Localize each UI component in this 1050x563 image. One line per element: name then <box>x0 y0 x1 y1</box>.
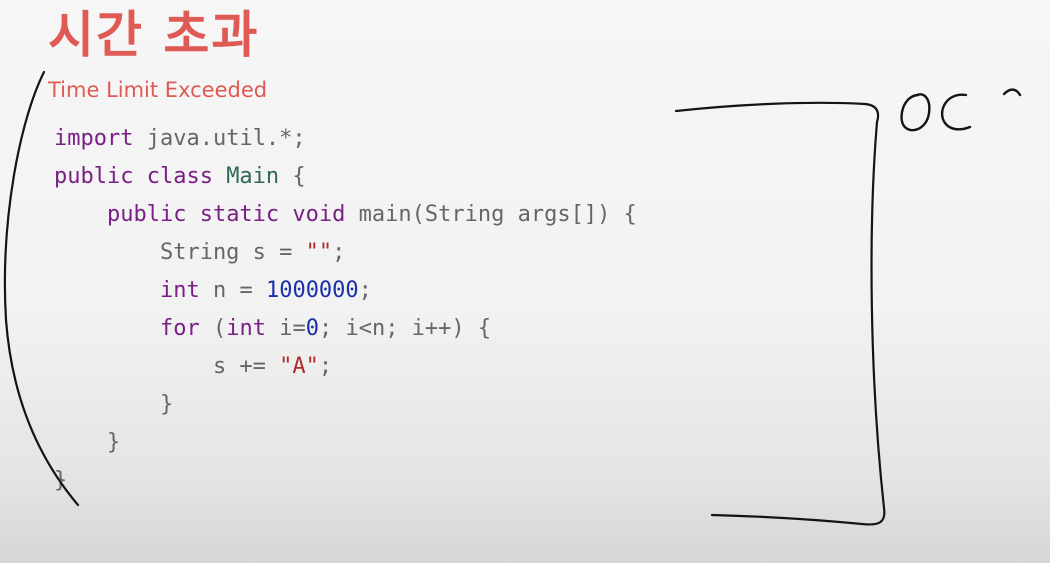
code-line: for (int i=0; i<n; i++) { <box>54 310 637 348</box>
code-token: import <box>54 126 134 151</box>
slide-subtitle: Time Limit Exceeded <box>48 78 268 102</box>
code-line: } <box>54 424 637 462</box>
code-token: int <box>159 278 200 303</box>
right-bracket-stroke <box>674 101 886 526</box>
code-token: ; <box>318 354 333 379</box>
code-token: ; i<n; i++) { <box>318 316 492 341</box>
handwritten-note <box>900 88 1022 132</box>
code-token: String s = <box>54 240 306 265</box>
slide-title: 시간 초과 <box>48 6 260 64</box>
code-token: "A" <box>279 354 319 379</box>
code-token: public static void <box>106 202 359 227</box>
code-line: } <box>54 462 637 500</box>
code-token: s += <box>54 354 280 379</box>
code-token: main(String args[]) { <box>358 202 637 227</box>
code-token: ; <box>332 240 346 265</box>
code-token: } <box>54 392 174 417</box>
code-token: } <box>54 468 68 493</box>
code-token: 1000000 <box>265 278 359 303</box>
code-token: { <box>279 164 306 189</box>
code-token: java.util.*; <box>133 126 306 151</box>
code-block: import java.util.*; public class Main { p… <box>54 120 637 500</box>
code-token: i= <box>265 316 306 341</box>
code-token: ( <box>199 316 227 341</box>
code-token: Main <box>226 164 280 189</box>
code-line: String s = ""; <box>54 234 637 272</box>
code-token: 0 <box>305 316 319 341</box>
code-line: public static void main(String args[]) { <box>54 196 637 234</box>
code-line: } <box>54 386 637 424</box>
code-token: "" <box>305 240 333 265</box>
code-token: n = <box>199 278 266 303</box>
code-line: int n = 1000000; <box>54 272 637 310</box>
code-token: public class <box>54 164 227 189</box>
code-line: import java.util.*; <box>54 120 637 158</box>
code-token: int <box>226 316 266 341</box>
code-line: public class Main { <box>54 158 637 196</box>
code-token: ; <box>358 278 372 303</box>
code-token: } <box>54 430 121 455</box>
code-token: for <box>159 316 200 341</box>
code-line: s += "A"; <box>54 348 637 386</box>
